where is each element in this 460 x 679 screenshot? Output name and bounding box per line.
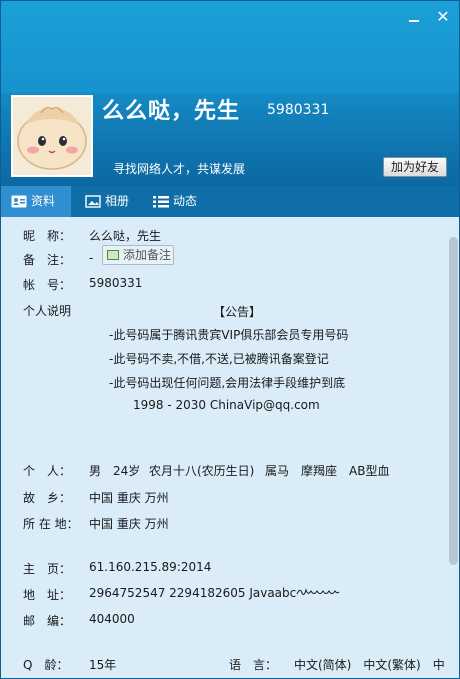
photo-album-icon bbox=[85, 195, 101, 208]
account-label: 帐 号： bbox=[23, 278, 72, 292]
notice-line: 1998 - 2030 ChinaVip@qq.com bbox=[133, 398, 320, 412]
tab-feed[interactable]: 动态 bbox=[143, 186, 213, 217]
address-value: 2964752547 2294182605 Javaabc bbox=[89, 586, 340, 600]
constellation-value: 摩羯座 bbox=[301, 464, 338, 478]
tab-feed-label: 动态 bbox=[173, 194, 198, 208]
close-button[interactable]: ✕ bbox=[435, 9, 451, 25]
address-label: 地 址： bbox=[23, 588, 72, 602]
hometown-label: 故 乡： bbox=[23, 491, 72, 505]
notice-line: -此号码属于腾讯贵宾VIP俱乐部会员专用号码 bbox=[109, 328, 349, 342]
notice-line: -此号码不卖,不借,不送,已被腾讯备案登记 bbox=[109, 352, 329, 366]
edit-note-icon bbox=[107, 250, 119, 260]
profile-details: 昵 称： 么么哒，先生 备 注： - 添加备注 帐 号： 5980331 个人说… bbox=[1, 217, 459, 678]
bun-avatar-icon bbox=[13, 97, 91, 175]
profile-card-icon bbox=[11, 195, 27, 208]
zodiac-value: 属马 bbox=[265, 464, 290, 478]
account-value: 5980331 bbox=[89, 276, 143, 290]
tab-album-label: 相册 bbox=[105, 194, 130, 208]
address-text: 2964752547 2294182605 Javaabc bbox=[89, 586, 297, 600]
profile-header: ✕ 么么哒，先生 5980331 寻找网络人才，共谋发展 加为好友 bbox=[1, 1, 459, 186]
language-label: 语 言： bbox=[229, 658, 278, 672]
minimize-icon bbox=[409, 20, 419, 22]
avatar[interactable] bbox=[11, 95, 93, 177]
vertical-scrollbar[interactable] bbox=[448, 217, 459, 678]
homepage-label: 主 页： bbox=[23, 562, 72, 576]
tab-album[interactable]: 相册 bbox=[75, 186, 141, 217]
tab-profile-label: 资料 bbox=[31, 194, 56, 208]
add-remark-button[interactable]: 添加备注 bbox=[102, 245, 174, 265]
language-value: 中文(简体) 中文(繁体) 中 bbox=[294, 658, 445, 672]
notice-line: -此号码出现任何问题,会用法律手段维护到底 bbox=[109, 376, 346, 390]
minimize-button[interactable] bbox=[406, 9, 422, 25]
personal-desc-label: 个人说明 bbox=[23, 304, 72, 318]
qage-value: 15年 bbox=[89, 658, 117, 672]
tab-bar: 资料 相册 动态 bbox=[1, 186, 459, 217]
homepage-link[interactable]: 61.160.215.89:2014 bbox=[89, 560, 211, 574]
add-remark-label: 添加备注 bbox=[123, 248, 172, 262]
nickname-value: 么么哒，先生 bbox=[89, 229, 162, 243]
nickname-label: 昵 称： bbox=[23, 229, 72, 243]
qage-label: Q 龄： bbox=[23, 658, 69, 672]
profile-nickname: 么么哒，先生 bbox=[102, 99, 241, 124]
blood-type-value: AB型血 bbox=[349, 464, 390, 478]
profile-slogan: 寻找网络人才，共谋发展 bbox=[113, 162, 246, 176]
postcode-value: 404000 bbox=[89, 612, 135, 626]
remark-label: 备 注： bbox=[23, 253, 72, 267]
handwritten-signature-icon bbox=[296, 588, 340, 595]
hometown-value: 中国 重庆 万州 bbox=[89, 491, 169, 505]
scrollbar-thumb[interactable] bbox=[449, 237, 458, 565]
location-label: 所 在 地： bbox=[23, 517, 79, 531]
profile-qq-number: 5980331 bbox=[267, 102, 330, 118]
age-value: 24岁 bbox=[113, 464, 141, 478]
profile-window: ✕ 么么哒，先生 5980331 寻找网络人才，共谋发展 加为好友 资料 相册 … bbox=[0, 0, 460, 679]
location-value: 中国 重庆 万州 bbox=[89, 517, 169, 531]
remark-value: - bbox=[89, 251, 94, 265]
tab-profile[interactable]: 资料 bbox=[1, 186, 71, 217]
postcode-label: 邮 编： bbox=[23, 614, 72, 628]
close-icon: ✕ bbox=[436, 7, 450, 26]
personal-label: 个 人： bbox=[23, 464, 72, 478]
list-feed-icon bbox=[153, 196, 169, 208]
birthday-value: 农月十八(农历生日) bbox=[149, 464, 255, 478]
gender-value: 男 bbox=[89, 464, 102, 478]
notice-title: 【公告】 bbox=[213, 305, 262, 319]
add-friend-button[interactable]: 加为好友 bbox=[383, 157, 447, 177]
